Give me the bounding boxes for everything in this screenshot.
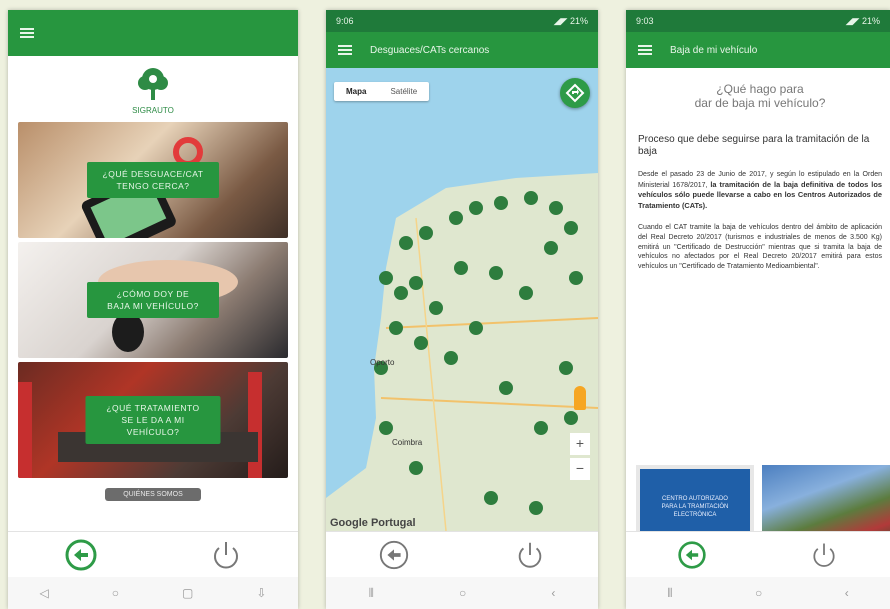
back-arrow-icon[interactable] bbox=[64, 538, 98, 572]
nav-recents-icon[interactable]: ⦀ bbox=[667, 586, 672, 601]
city-label-coimbra: Coimbra bbox=[392, 438, 423, 447]
deregister-vehicle-button[interactable]: ¿CÓMO DOY DE BAJA MI VEHÍCULO? bbox=[87, 282, 219, 318]
bottom-actions bbox=[326, 531, 598, 577]
power-icon[interactable] bbox=[514, 539, 546, 571]
phone-deregistration-screen: 9:03 ◢◤ 21% Baja de mi vehículo ¿Qué hag… bbox=[626, 10, 890, 609]
nav-back-icon[interactable]: ◁ bbox=[40, 586, 49, 600]
zoom-in-button[interactable]: + bbox=[570, 433, 590, 455]
zoom-out-button[interactable]: − bbox=[570, 458, 590, 480]
power-icon[interactable] bbox=[809, 540, 839, 570]
menu-icon[interactable] bbox=[638, 43, 652, 57]
satellite-tab[interactable]: Satélite bbox=[378, 82, 429, 101]
status-time: 9:06 bbox=[336, 16, 354, 26]
app-bar: Desguaces/CATs cercanos bbox=[326, 32, 598, 68]
tile-nearby-cat[interactable]: ¿QUÉ DESGUACE/CAT TENGO CERCA? bbox=[18, 122, 288, 238]
paragraph-certificates: Cuando el CAT tramite la baja de vehícul… bbox=[638, 224, 882, 270]
nav-home-icon[interactable]: ○ bbox=[112, 586, 119, 600]
phone-map-screen: 9:06 ◢◤ 21% Desguaces/CATs cercanos Mapa… bbox=[326, 10, 598, 609]
directions-icon bbox=[565, 83, 585, 103]
system-nav-bar: ⦀ ○ ‹ bbox=[326, 577, 598, 609]
nav-home-icon[interactable]: ○ bbox=[755, 586, 762, 600]
status-indicators: ◢◤ 21% bbox=[845, 15, 880, 26]
logo-text: SIGRAUTO bbox=[132, 106, 174, 115]
bottom-actions bbox=[8, 531, 298, 577]
tile-vehicle-treatment[interactable]: ¿QUÉ TRATAMIENTO SE LE DA A MI VEHÍCULO? bbox=[18, 362, 288, 478]
map-view[interactable]: Mapa Satélite Oporto Coimbra + − Google … bbox=[326, 68, 598, 531]
nav-extra-icon[interactable]: ⇩ bbox=[256, 586, 266, 600]
status-bar: 9:03 ◢◤ 21% bbox=[626, 10, 890, 32]
screen-title: Desguaces/CATs cercanos bbox=[370, 44, 490, 56]
nav-back-icon[interactable]: ‹ bbox=[551, 586, 555, 600]
system-nav-bar: ⦀ ○ ‹ bbox=[626, 577, 890, 609]
phone-home-screen: SIGRAUTO ¿QUÉ DESGUACE/CAT TENGO CERCA? … bbox=[8, 10, 298, 609]
tree-logo-icon bbox=[138, 68, 168, 100]
sigrauto-logo: SIGRAUTO bbox=[8, 64, 298, 122]
map-land bbox=[326, 173, 598, 531]
app-bar: Baja de mi vehículo bbox=[626, 32, 890, 68]
power-icon[interactable] bbox=[209, 538, 243, 572]
menu-icon[interactable] bbox=[20, 26, 34, 40]
nav-home-icon[interactable]: ○ bbox=[459, 586, 466, 600]
screen-title: Baja de mi vehículo bbox=[670, 44, 758, 56]
nav-back-icon[interactable]: ‹ bbox=[845, 586, 849, 600]
system-nav-bar: ◁ ○ ▢ ⇩ bbox=[8, 577, 298, 609]
directions-fab[interactable] bbox=[560, 78, 590, 108]
pegman-icon[interactable] bbox=[574, 386, 586, 410]
map-type-toggle: Mapa Satélite bbox=[334, 82, 430, 101]
status-indicators: ◢◤ 21% bbox=[553, 15, 588, 26]
google-logo: Google Portugal bbox=[330, 517, 416, 529]
app-bar bbox=[8, 10, 298, 56]
nearby-cat-button[interactable]: ¿QUÉ DESGUACE/CAT TENGO CERCA? bbox=[87, 162, 219, 198]
question-heading: ¿Qué hago para dar de baja mi vehículo? bbox=[694, 82, 826, 110]
menu-icon[interactable] bbox=[338, 43, 352, 57]
vehicle-treatment-button[interactable]: ¿QUÉ TRATAMIENTO SE LE DA A MI VEHÍCULO? bbox=[85, 396, 221, 444]
status-bar: 9:06 ◢◤ 21% bbox=[326, 10, 598, 32]
status-time: 9:03 bbox=[636, 16, 654, 26]
info-content: ¿Qué hago para dar de baja mi vehículo? … bbox=[626, 68, 890, 271]
nav-recents-icon[interactable]: ⦀ bbox=[369, 586, 374, 601]
about-us-button[interactable]: QUIÉNES SOMOS bbox=[105, 488, 201, 501]
paragraph-intro: Desde el pasado 23 de Junio de 2017, y s… bbox=[638, 171, 882, 210]
bottom-actions bbox=[626, 531, 890, 577]
tile-deregister-vehicle[interactable]: ¿CÓMO DOY DE BAJA MI VEHÍCULO? bbox=[18, 242, 288, 358]
back-arrow-icon[interactable] bbox=[378, 539, 410, 571]
back-arrow-icon[interactable] bbox=[677, 540, 707, 570]
city-label-oporto: Oporto bbox=[370, 358, 395, 367]
nav-recents-icon[interactable]: ▢ bbox=[182, 586, 193, 600]
process-heading: Proceso que debe seguirse para la tramit… bbox=[638, 134, 870, 157]
map-tab[interactable]: Mapa bbox=[334, 82, 378, 101]
